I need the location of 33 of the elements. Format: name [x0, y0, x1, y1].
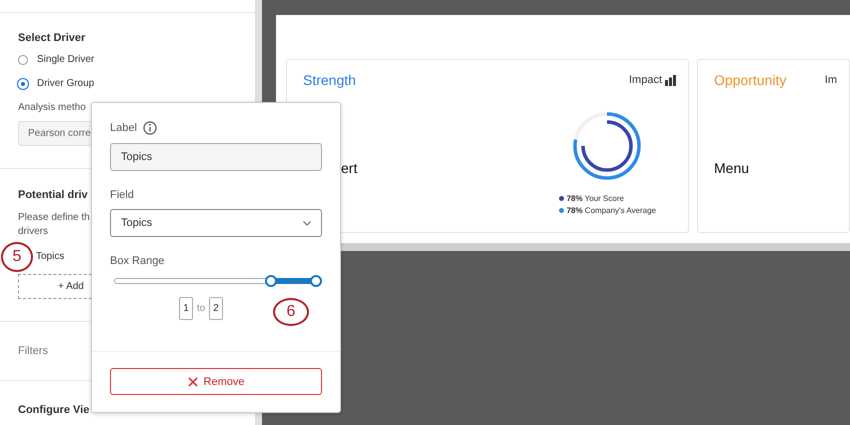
range-slider[interactable] — [114, 275, 322, 287]
card-title: Strength — [303, 72, 356, 88]
info-icon[interactable] — [142, 121, 157, 135]
field-dropdown[interactable]: Topics — [110, 209, 322, 237]
field-label: Analysis metho — [18, 102, 86, 113]
radio-button[interactable] — [18, 54, 28, 64]
chevron-down-icon — [303, 220, 311, 226]
section-title: Configure Vie — [18, 404, 90, 416]
range-separator: to — [196, 303, 206, 314]
section-title[interactable]: Filters — [18, 345, 48, 357]
remove-button[interactable]: Remove — [110, 368, 322, 395]
section-title: Potential driv — [18, 189, 88, 201]
field-label: Box Range — [110, 255, 164, 267]
close-icon — [188, 376, 198, 386]
bars-icon — [665, 74, 676, 86]
radio-label: Single Driver — [37, 54, 94, 65]
radio-label: Driver Group — [37, 78, 94, 89]
description-text: drivers — [18, 225, 48, 239]
label-input[interactable]: Topics — [110, 143, 322, 171]
range-min-value[interactable]: 1 — [179, 297, 193, 320]
legend-label: 78% Your Score — [566, 194, 624, 203]
description-text: Please define th — [18, 211, 90, 225]
impact-label: Impact — [628, 74, 662, 86]
driver-name: Menu — [714, 160, 750, 176]
driver-name: ert — [341, 160, 358, 176]
impact-label: Im — [824, 74, 837, 86]
card-title: Opportunity — [714, 72, 786, 88]
driver-item[interactable]: Topics — [36, 251, 64, 262]
legend-label: 78% Company's Average — [566, 206, 656, 215]
section-title: Select Driver — [18, 32, 86, 44]
range-max-value[interactable]: 2 — [209, 297, 223, 320]
field-label: Field — [110, 189, 134, 201]
field-label: Label — [110, 122, 137, 134]
